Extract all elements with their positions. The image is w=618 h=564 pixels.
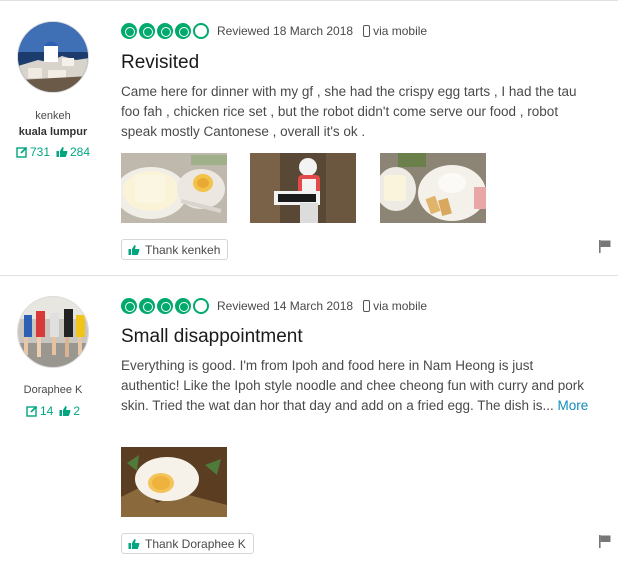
thumbs-up-icon (59, 406, 71, 416)
via-mobile-label: via mobile (373, 299, 428, 313)
thank-button-label: Thank kenkeh (145, 242, 221, 257)
review-text: Came here for dinner with my gf , she ha… (121, 82, 591, 142)
user-stats: 731 284 (0, 145, 106, 159)
review-title[interactable]: Revisited (121, 52, 199, 74)
contributions-stat: 14 (26, 404, 53, 418)
rating-line: Reviewed 14 March 2018 via mobile (121, 298, 427, 314)
thank-button-label: Thank Doraphee K (145, 536, 246, 551)
user-stats: 14 2 (0, 404, 106, 418)
helpful-votes-stat: 284 (56, 145, 90, 159)
rating-bubble-empty (193, 23, 209, 39)
review-photo[interactable] (250, 153, 356, 223)
review-card: kenkeh kuala lumpur 731 284 Reviewed 18 … (0, 0, 618, 274)
review-card: Doraphee K 14 2 Reviewed 14 March 2018 v… (0, 275, 618, 564)
review-count-icon (26, 405, 38, 417)
thumbs-up-icon (128, 244, 140, 255)
more-link[interactable]: More (558, 398, 589, 413)
via-mobile-label: via mobile (373, 24, 428, 38)
user-location: kuala lumpur (18, 126, 88, 138)
thank-button[interactable]: Thank kenkeh (121, 239, 229, 260)
review-title[interactable]: Small disappointment (121, 326, 303, 348)
rating-bubble-filled (157, 298, 173, 314)
thumbs-up-icon (128, 538, 140, 549)
thank-button[interactable]: Thank Doraphee K (121, 533, 254, 554)
rating-line: Reviewed 18 March 2018 via mobile (121, 23, 427, 39)
rating-bubble-filled (175, 298, 191, 314)
rating-bubble-filled (157, 23, 173, 39)
review-date: Reviewed 14 March 2018 (217, 299, 354, 313)
rating-bubble-filled (139, 23, 155, 39)
contributions-count: 14 (39, 404, 54, 418)
via-mobile: via mobile (363, 299, 427, 313)
helpful-votes-count: 284 (70, 145, 91, 159)
review-text: Everything is good. I'm from Ipoh and fo… (121, 356, 591, 416)
mobile-phone-icon (363, 25, 371, 37)
via-mobile: via mobile (363, 24, 427, 38)
report-flag-icon[interactable] (598, 239, 612, 253)
rating-bubble-filled (121, 298, 137, 314)
helpful-votes-count: 2 (73, 404, 81, 418)
review-date: Reviewed 18 March 2018 (217, 24, 354, 38)
rating-bubble-filled (175, 23, 191, 39)
review-photo[interactable] (121, 153, 227, 223)
review-text-content: Everything is good. I'm from Ipoh and fo… (121, 358, 585, 413)
avatar[interactable] (17, 296, 89, 368)
bubble-rating (121, 298, 209, 314)
avatar[interactable] (17, 21, 89, 93)
mobile-phone-icon (363, 300, 371, 312)
username[interactable]: Doraphee K (0, 384, 106, 396)
report-flag-icon[interactable] (598, 534, 612, 548)
contributions-count: 731 (29, 145, 50, 159)
rating-bubble-filled (121, 23, 137, 39)
review-text-content: Came here for dinner with my gf , she ha… (121, 84, 577, 139)
review-count-icon (16, 146, 28, 158)
review-photo[interactable] (121, 447, 227, 517)
thumbs-up-icon (56, 147, 68, 157)
contributions-stat: 731 (16, 145, 50, 159)
bubble-rating (121, 23, 209, 39)
rating-bubble-empty (193, 298, 209, 314)
review-photo[interactable] (380, 153, 486, 223)
rating-bubble-filled (139, 298, 155, 314)
helpful-votes-stat: 2 (59, 404, 80, 418)
username[interactable]: kenkeh (0, 110, 106, 122)
